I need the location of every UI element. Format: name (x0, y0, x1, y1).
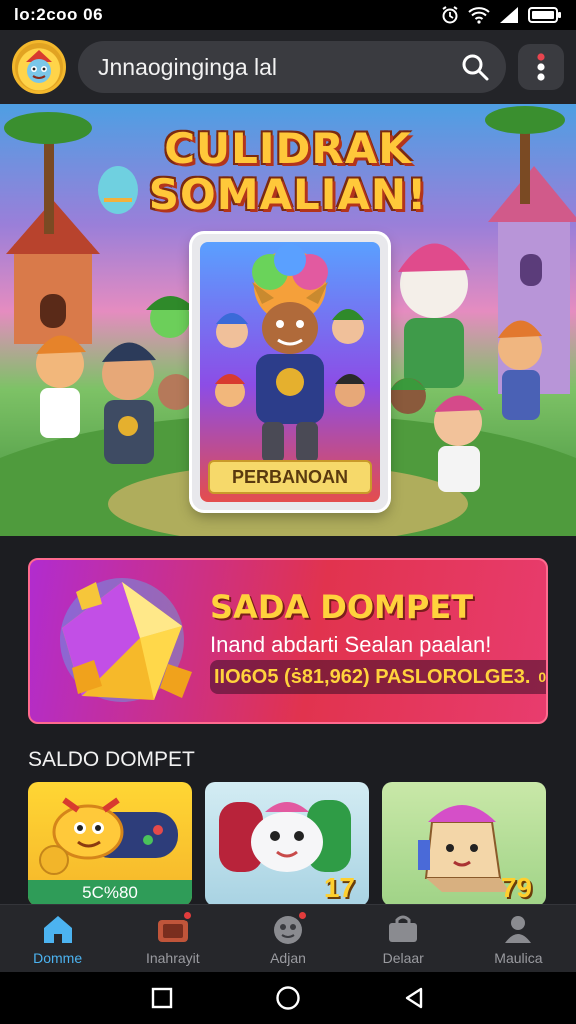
back-button[interactable] (402, 986, 426, 1010)
gamepad-mascot-art (39, 797, 178, 875)
product-cards: 5C%80 17 79 (28, 782, 548, 906)
search-icon[interactable] (460, 52, 490, 82)
wallet-amount: IIO6O5 (ṡ81,962) PASLOROLGE3. 0 (210, 660, 547, 694)
status-time: lo:2coo 06 (14, 5, 104, 24)
card-price: 17 (323, 872, 355, 903)
wallet-amount-text: IIO6O5 (ṡ81,962) PASLOROLGE3. (214, 665, 531, 688)
status-icons (440, 5, 562, 25)
alarm-icon (442, 6, 458, 24)
hero-title-line1: CULIDRAK (164, 124, 412, 173)
hero-title: CULIDRAK SOMALIAN! (0, 126, 576, 218)
product-card-2[interactable]: 17 (205, 782, 369, 906)
tv-icon (155, 909, 193, 946)
hero-banner[interactable]: CULIDRAK SOMALIAN! PERBANOAN (0, 104, 576, 536)
nav-item-game[interactable]: Adjan (230, 905, 345, 972)
card-price: 79 (500, 872, 532, 903)
nav-item-home[interactable]: Domme (0, 905, 115, 972)
section-heading: SALDO DOMPET (28, 748, 195, 771)
recents-button[interactable] (150, 986, 174, 1010)
signal-icon (500, 7, 518, 23)
battery-icon (528, 7, 561, 23)
hero-feature-card[interactable]: PERBANOAN (192, 234, 388, 510)
nav-item-profile[interactable]: Maulica (461, 905, 576, 972)
bottom-nav: Domme Inahrayit Adjan Delaar Maulica (0, 904, 576, 972)
nav-item-shop[interactable]: Delaar (346, 905, 461, 972)
hero-card-label: PERBANOAN (208, 460, 372, 494)
bag-icon (385, 912, 421, 946)
nav-label: Domme (33, 949, 83, 966)
hero-card-art: PERBANOAN (200, 242, 380, 502)
person-icon (500, 912, 536, 946)
nav-label: Delaar (382, 949, 424, 966)
notification-badge (181, 909, 193, 921)
gamepad-icon (270, 909, 308, 946)
more-vertical-icon (537, 53, 545, 81)
avatar[interactable] (12, 40, 66, 94)
gem-icon (60, 578, 192, 702)
wallet-banner[interactable]: SADA DOMPET Inand abdarti Sealan paalan!… (28, 558, 548, 724)
wallet-amount-badge: 0 (538, 669, 547, 685)
mascot-avatar-icon (26, 50, 52, 83)
wallet-subtitle: Inand abdarti Sealan paalan! (210, 632, 492, 657)
home-button[interactable] (274, 984, 302, 1012)
hero-title-line2: SOMALIAN! (148, 170, 428, 219)
search-bar[interactable]: Jnnaogingingа lal (78, 41, 506, 93)
nav-label: Maulica (494, 949, 543, 966)
menu-button[interactable] (518, 44, 564, 90)
notification-badge (297, 909, 308, 921)
status-bar: lo:2coo 06 (0, 0, 576, 30)
product-card-1[interactable]: 5C%80 (28, 782, 192, 906)
wallet-title: SADA DOMPET (210, 588, 474, 626)
nav-item-tv[interactable]: Inahrayit (115, 905, 230, 972)
product-card-3[interactable]: 79 (382, 782, 546, 906)
card-price: 5C%80 (28, 880, 192, 906)
wifi-icon (468, 7, 490, 24)
home-icon (40, 912, 76, 946)
system-nav-bar (0, 972, 576, 1024)
search-input[interactable]: Jnnaogingingа lal (98, 54, 460, 81)
nav-label: Inahrayit (145, 949, 200, 966)
app-header: Jnnaogingingа lal (0, 30, 576, 104)
nav-label: Adjan (270, 949, 306, 966)
